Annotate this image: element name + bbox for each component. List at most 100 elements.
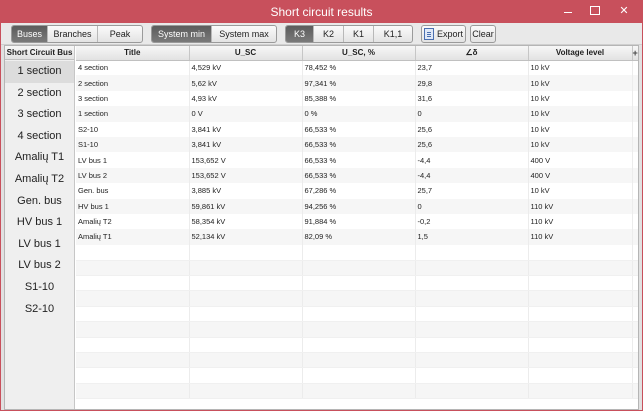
table-cell: 10 kV xyxy=(528,90,633,107)
table-row[interactable]: HV bus 1 59,861 kV 94,256 % 0 110 kV xyxy=(76,198,638,214)
table-row[interactable]: Amalių T1 52,134 kV 82,09 % 1,5 110 kV xyxy=(76,229,638,245)
bus-list-item[interactable]: S1-10 xyxy=(5,277,74,299)
table-cell-empty xyxy=(415,367,529,384)
table-row[interactable]: Gen. bus 3,885 kV 67,286 % 25,7 10 kV xyxy=(76,183,638,199)
table-empty-row xyxy=(76,337,638,353)
table-cell: LV bus 2 xyxy=(76,167,190,184)
table-empty-row xyxy=(76,352,638,369)
table-cell-empty xyxy=(528,260,633,276)
bus-list-item[interactable]: Gen. bus xyxy=(5,191,74,213)
table-cell: 67,286 % xyxy=(302,183,416,199)
table-cell: 10 kV xyxy=(528,121,633,137)
tab-k1[interactable]: K1 xyxy=(344,26,374,42)
column-header-usc[interactable]: U_SC xyxy=(189,46,303,61)
table-cell-empty xyxy=(302,260,416,276)
toolbar: Buses Branches Peak System min System ma… xyxy=(1,23,642,45)
tab-system-max[interactable]: System max xyxy=(212,26,276,42)
bus-list-item[interactable]: 2 section xyxy=(5,83,74,105)
table-row[interactable]: S2-10 3,841 kV 66,533 % 25,6 10 kV xyxy=(76,121,638,137)
table-row[interactable]: Amalių T2 58,354 kV 91,884 % -0,2 110 kV xyxy=(76,213,638,230)
export-button[interactable]: Export xyxy=(421,25,466,43)
tab-branches[interactable]: Branches xyxy=(48,26,98,42)
table-cell-empty xyxy=(189,306,303,323)
tab-k11[interactable]: K1,1 xyxy=(374,26,412,42)
tab-system-min[interactable]: System min xyxy=(152,26,212,42)
tab-peak[interactable]: Peak xyxy=(98,26,142,42)
title-bar[interactable]: Short circuit results ✕ xyxy=(1,1,642,23)
table-cell-empty xyxy=(632,321,638,338)
table-empty-row xyxy=(76,244,638,261)
tab-k2[interactable]: K2 xyxy=(314,26,344,42)
bus-list-item[interactable]: Amalių T1 xyxy=(5,147,74,169)
table-cell-spacer xyxy=(632,90,638,107)
table-cell-empty xyxy=(632,306,638,323)
table-cell-empty xyxy=(302,352,416,369)
table-empty-row xyxy=(76,260,638,276)
bus-list-item[interactable]: Amalių T2 xyxy=(5,169,74,191)
maximize-icon[interactable] xyxy=(581,1,607,21)
bus-list-item[interactable]: 1 section xyxy=(5,61,74,83)
table-cell-empty xyxy=(302,290,416,307)
column-header-title[interactable]: Title xyxy=(76,46,190,61)
table-empty-row xyxy=(76,290,638,307)
table-row[interactable]: 3 section 4,93 kV 85,388 % 31,6 10 kV xyxy=(76,90,638,107)
table-cell: 10 kV xyxy=(528,75,633,91)
table-cell-empty xyxy=(76,244,190,261)
table-cell: 59,861 kV xyxy=(189,198,303,214)
table-cell: 25,6 xyxy=(415,121,529,137)
table-cell-empty xyxy=(76,352,190,369)
add-column-icon[interactable]: + xyxy=(632,46,638,61)
table-cell: 0 xyxy=(415,198,529,214)
table-cell-spacer xyxy=(632,152,638,168)
table-cell: 153,652 V xyxy=(189,167,303,184)
table-cell: 3,885 kV xyxy=(189,183,303,199)
table-row[interactable]: 2 section 5,62 kV 97,341 % 29,8 10 kV xyxy=(76,75,638,91)
clear-button[interactable]: Clear xyxy=(470,25,496,43)
table-row[interactable]: 4 section 4,529 kV 78,452 % 23,7 10 kV xyxy=(76,60,638,76)
table-row[interactable]: 1 section 0 V0 % 0 10 kV xyxy=(76,106,638,122)
close-icon[interactable]: ✕ xyxy=(607,1,641,21)
table-cell-empty xyxy=(76,290,190,307)
table-cell: S1-10 xyxy=(76,136,190,153)
bus-list-item[interactable]: S2-10 xyxy=(5,299,74,321)
table-cell-empty xyxy=(302,275,416,292)
bus-list-item[interactable]: LV bus 2 xyxy=(5,255,74,277)
table-cell-empty xyxy=(632,367,638,384)
table-cell-empty xyxy=(528,337,633,353)
column-header-voltage-level[interactable]: Voltage level xyxy=(528,46,633,61)
bus-list-item[interactable]: 4 section xyxy=(5,126,74,148)
bus-list-item[interactable]: 3 section xyxy=(5,104,74,126)
table-cell-empty xyxy=(415,306,529,323)
table-cell-empty xyxy=(76,260,190,276)
bus-list-item[interactable]: LV bus 1 xyxy=(5,234,74,256)
column-header-usc-percent[interactable]: U_SC, % xyxy=(302,46,416,61)
table-cell: 110 kV xyxy=(528,213,633,230)
table-cell: 0 V xyxy=(189,106,303,122)
bus-list-item[interactable]: HV bus 1 xyxy=(5,212,74,234)
table-cell: -0,2 xyxy=(415,213,529,230)
table-cell: Amalių T2 xyxy=(76,213,190,230)
results-table-container[interactable]: Title U_SC U_SC, % ∠δ Voltage level + 4 … xyxy=(76,46,638,409)
column-header-angle[interactable]: ∠δ xyxy=(415,46,529,61)
table-cell-empty xyxy=(76,275,190,292)
table-cell-empty xyxy=(76,367,190,384)
results-table: Title U_SC U_SC, % ∠δ Voltage level + 4 … xyxy=(76,46,638,400)
table-row[interactable]: LV bus 2 153,652 V 66,533 % -4,4 400 V xyxy=(76,167,638,184)
table-cell: 25,7 xyxy=(415,183,529,199)
table-cell-spacer xyxy=(632,121,638,137)
tab-buses[interactable]: Buses xyxy=(12,26,48,42)
table-row[interactable]: LV bus 1 153,652 V 66,533 % -4,4 400 V xyxy=(76,152,638,168)
table-row[interactable]: S1-10 3,841 kV 66,533 % 25,6 10 kV xyxy=(76,136,638,153)
table-empty-row xyxy=(76,306,638,323)
table-cell: 31,6 xyxy=(415,90,529,107)
table-cell-empty xyxy=(528,244,633,261)
bus-list[interactable]: 1 section 2 section 3 section 4 section Amal… xyxy=(5,60,74,320)
table-cell: 10 kV xyxy=(528,106,633,122)
minimize-icon[interactable] xyxy=(555,1,581,21)
table-cell: 4,93 kV xyxy=(189,90,303,107)
table-cell-empty xyxy=(189,383,303,400)
table-cell-empty xyxy=(415,275,529,292)
table-cell: LV bus 1 xyxy=(76,152,190,168)
table-cell: 2 section xyxy=(76,75,190,91)
tab-k3[interactable]: K3 xyxy=(286,26,314,42)
